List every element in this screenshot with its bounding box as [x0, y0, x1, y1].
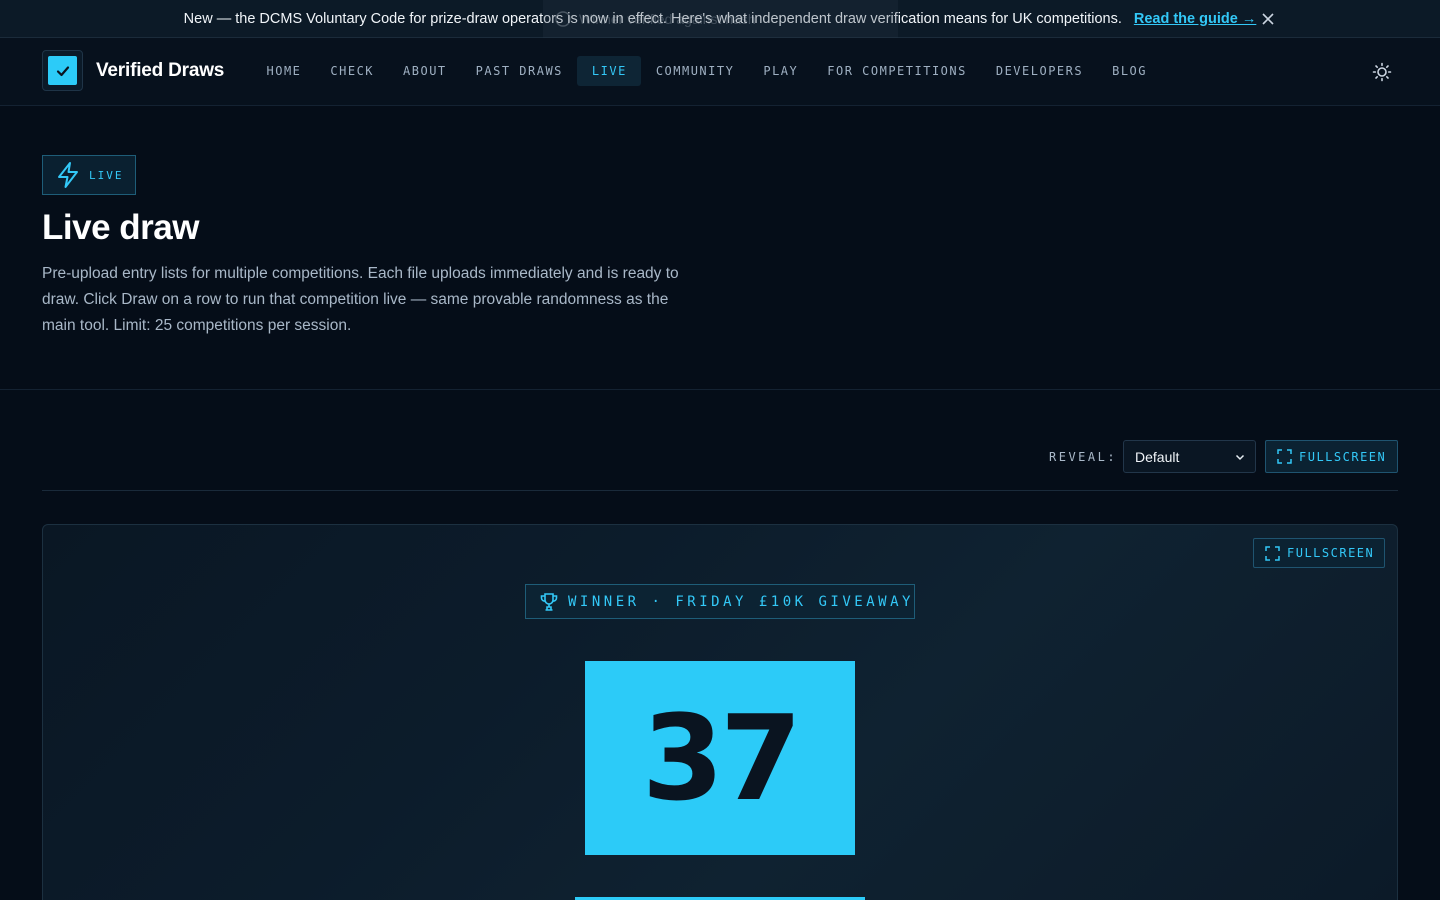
- close-icon[interactable]: [1258, 9, 1278, 29]
- nav-play[interactable]: PLAY: [749, 56, 813, 86]
- nav-about[interactable]: ABOUT: [389, 56, 462, 86]
- nav-check[interactable]: CHECK: [316, 56, 389, 86]
- stage-fullscreen-button[interactable]: FULLSCREEN: [1253, 538, 1385, 568]
- winning-number-display: 37: [585, 661, 855, 855]
- fullscreen-icon: [1265, 545, 1280, 561]
- nav-home[interactable]: HOME: [252, 56, 316, 86]
- nav-past-draws[interactable]: PAST DRAWS: [461, 56, 577, 86]
- fullscreen-button[interactable]: FULLSCREEN: [1265, 440, 1398, 473]
- site-header: Verified Draws HOME CHECK ABOUT PAST DRA…: [0, 38, 1440, 106]
- nav-community[interactable]: COMMUNITY: [641, 56, 749, 86]
- lightning-icon: [58, 162, 78, 188]
- page-title: Live draw: [42, 208, 199, 247]
- nav-blog[interactable]: BLOG: [1098, 56, 1162, 86]
- winner-tag-label: WINNER · FRIDAY £10K GIVEAWAY: [568, 593, 914, 610]
- winner-tag: WINNER · FRIDAY £10K GIVEAWAY: [525, 584, 915, 619]
- stage-fullscreen-label: FULLSCREEN: [1287, 546, 1375, 560]
- draw-controls: REVEAL: Default FULLSCREEN: [42, 440, 1398, 491]
- fullscreen-icon: [1277, 449, 1292, 464]
- logo[interactable]: [42, 50, 83, 91]
- nav-developers[interactable]: DEVELOPERS: [981, 56, 1097, 86]
- hero-section: LIVE Live draw Pre-upload entry lists fo…: [0, 106, 1440, 390]
- brand-name[interactable]: Verified Draws: [96, 60, 224, 82]
- winning-number: 37: [641, 689, 802, 827]
- fullscreen-button-label: FULLSCREEN: [1299, 449, 1387, 464]
- reveal-label: REVEAL:: [1049, 450, 1118, 464]
- announcement-bar: New — the DCMS Voluntary Code for prize-…: [0, 0, 1440, 38]
- live-badge: LIVE: [42, 155, 136, 195]
- announcement-text: New — the DCMS Voluntary Code for prize-…: [183, 10, 1122, 27]
- draw-stage: FULLSCREEN WINNER · FRIDAY £10K GIVEAWAY…: [42, 524, 1398, 900]
- main-nav: HOME CHECK ABOUT PAST DRAWS LIVE COMMUNI…: [252, 56, 1162, 86]
- sun-icon[interactable]: [1369, 59, 1395, 85]
- nav-live[interactable]: LIVE: [577, 56, 642, 86]
- nav-for-competitions[interactable]: FOR COMPETITIONS: [813, 56, 982, 86]
- page-description: Pre-upload entry lists for multiple comp…: [42, 265, 679, 334]
- chevron-down-icon: [1235, 454, 1245, 461]
- reveal-select-value: Default: [1135, 448, 1180, 465]
- live-badge-label: LIVE: [89, 168, 124, 182]
- check-logo-icon: [48, 56, 77, 85]
- reveal-select[interactable]: Default: [1123, 440, 1256, 473]
- trophy-icon: [540, 592, 558, 611]
- read-guide-link[interactable]: Read the guide →: [1134, 11, 1256, 27]
